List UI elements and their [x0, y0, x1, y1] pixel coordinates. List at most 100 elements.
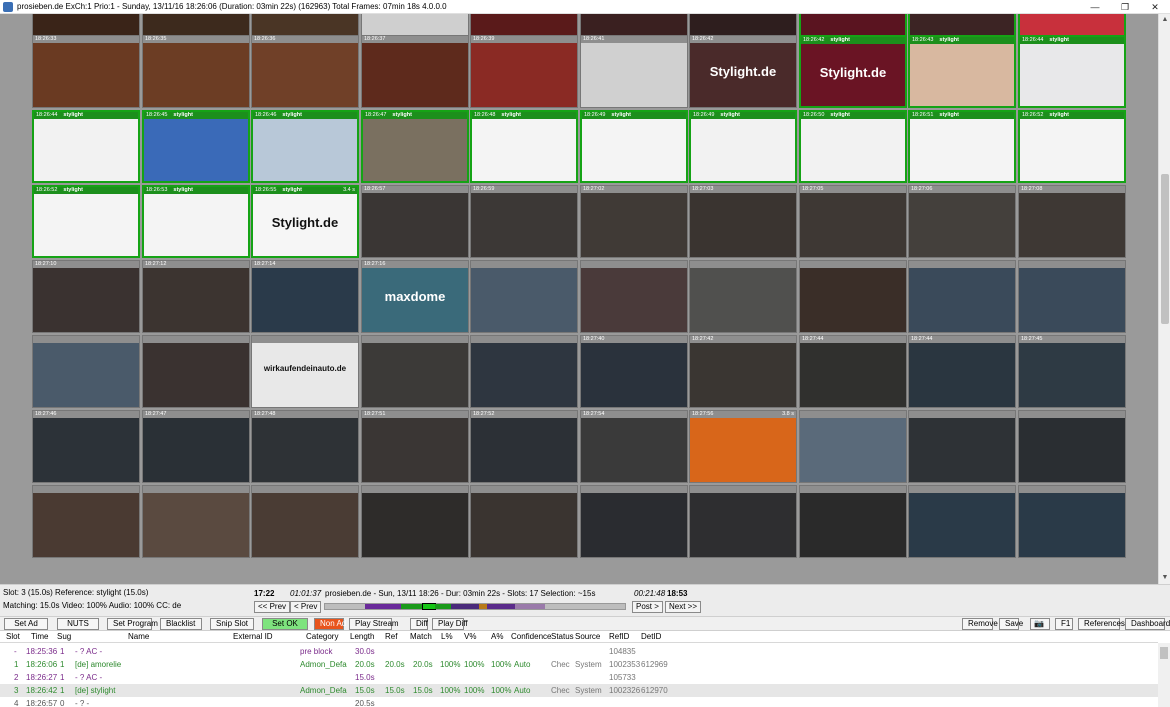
column-header[interactable]: External ID [233, 632, 273, 641]
frame-thumbnail[interactable]: 18:27:16 maxdome [361, 260, 469, 333]
frame-thumbnail[interactable] [799, 260, 907, 333]
frame-thumbnail[interactable]: 18:26:36 [251, 35, 359, 108]
play-diff-button[interactable]: Play Diff [432, 618, 468, 630]
column-header[interactable]: Status [551, 632, 574, 641]
column-header[interactable]: V% [464, 632, 476, 641]
timeline-bar[interactable] [324, 603, 626, 610]
column-header[interactable]: Length [350, 632, 374, 641]
next-next-button[interactable]: Next >> [665, 601, 702, 613]
f1-button[interactable]: F1 [1055, 618, 1073, 630]
frame-thumbnail[interactable] [251, 485, 359, 558]
set-ok-button[interactable]: Set OK [262, 618, 308, 630]
frame-thumbnail[interactable] [908, 485, 1016, 558]
table-scrollbar[interactable] [1158, 643, 1170, 707]
frame-thumbnail[interactable]: 18:26:50 stylight [799, 110, 907, 183]
frame-thumbnail[interactable]: 18:26:43 stylight [908, 35, 1016, 108]
table-row[interactable]: -18:25:36 1 - ? AC - pre block 30.0s 104835 [0, 645, 1158, 658]
frame-thumbnail[interactable]: 18:26:42 stylight Stylight.de [799, 35, 907, 108]
diff-button[interactable]: Diff [410, 618, 428, 630]
column-header[interactable]: Slot [6, 632, 20, 641]
prev-prev-button[interactable]: << Prev [254, 601, 291, 613]
save-button[interactable]: Save [999, 618, 1023, 630]
frame-thumbnail[interactable]: 18:26:53 stylight [142, 185, 250, 258]
frame-thumbnail[interactable]: 18:26:49 stylight [689, 110, 797, 183]
maximize-icon[interactable]: ❐ [1110, 0, 1140, 14]
frame-thumbnail[interactable] [799, 410, 907, 483]
frame-thumbnail[interactable]: 18:26:42 Stylight.de [689, 35, 797, 108]
frame-thumbnail[interactable]: 18:26:48 stylight [470, 110, 578, 183]
frame-thumbnail[interactable]: 18:27:02 [580, 185, 688, 258]
column-header[interactable]: DetID [641, 632, 661, 641]
frame-thumbnail[interactable]: 18:27:56 3.8 s [689, 410, 797, 483]
frame-thumbnail[interactable]: wirkaufendeinauto.de [251, 335, 359, 408]
frame-thumbnail[interactable]: 18:27:10 [32, 260, 140, 333]
snip-slot-button[interactable]: Snip Slot [210, 618, 254, 630]
frame-thumbnail[interactable]: 18:27:08 [1018, 185, 1126, 258]
frame-thumbnail[interactable]: 18:26:52 stylight [32, 185, 140, 258]
nuts-button[interactable]: NUTS [57, 618, 99, 630]
frame-thumbnail[interactable]: 18:27:51 [361, 410, 469, 483]
references-button[interactable]: References [1078, 618, 1125, 630]
scroll-up-icon[interactable]: ▲ [1159, 14, 1170, 26]
frame-thumbnail[interactable] [142, 335, 250, 408]
table-row[interactable]: 4 18:26:57 0 - ? - 20.5s [0, 697, 1158, 707]
minimize-icon[interactable]: — [1080, 0, 1110, 14]
frame-thumbnail[interactable] [142, 485, 250, 558]
frame-thumbnail[interactable] [1018, 485, 1126, 558]
frame-thumbnail[interactable]: 18:27:42 [689, 335, 797, 408]
frame-thumbnail[interactable]: 18:26:51 stylight [908, 110, 1016, 183]
frame-thumbnail[interactable]: 18:27:47 [142, 410, 250, 483]
non-ad-button[interactable]: Non Ad [314, 618, 346, 630]
column-header[interactable]: A% [491, 632, 503, 641]
scroll-thumb[interactable] [1161, 174, 1169, 324]
frame-thumbnail[interactable]: 18:26:55 stylight 3.4 s Stylight.de [251, 185, 359, 258]
frame-thumbnail[interactable]: 18:27:48 [251, 410, 359, 483]
column-header[interactable]: Ref [385, 632, 397, 641]
column-header[interactable]: RefID [609, 632, 629, 641]
close-icon[interactable]: ✕ [1140, 0, 1170, 14]
frame-thumbnail[interactable]: 18:27:44 [799, 335, 907, 408]
table-scroll-thumb[interactable] [1160, 647, 1168, 659]
frame-thumbnail[interactable] [32, 485, 140, 558]
frame-thumbnail[interactable] [470, 260, 578, 333]
column-header[interactable]: Source [575, 632, 600, 641]
frame-thumbnail[interactable] [361, 485, 469, 558]
frame-thumbnail[interactable] [1018, 410, 1126, 483]
frame-thumbnail[interactable]: 18:27:03 [689, 185, 797, 258]
frame-thumbnail[interactable]: 18:27:46 [32, 410, 140, 483]
frame-thumbnail[interactable]: 18:26:46 stylight [251, 110, 359, 183]
frame-grid[interactable]: 18:26:33 18:26:35 18:26:36 18:26:37 18:26:39… [0, 14, 1158, 584]
column-header[interactable]: Sug [57, 632, 71, 641]
frame-thumbnail[interactable]: 18:27:12 [142, 260, 250, 333]
frame-thumbnail[interactable]: 18:27:52 [470, 410, 578, 483]
frame-thumbnail[interactable] [689, 260, 797, 333]
frame-thumbnail[interactable]: 18:27:40 [580, 335, 688, 408]
frame-thumbnail[interactable] [361, 335, 469, 408]
scroll-down-icon[interactable]: ▼ [1159, 572, 1170, 584]
blacklist-button[interactable]: Blacklist [160, 618, 202, 630]
frame-thumbnail[interactable]: 18:26:47 stylight [361, 110, 469, 183]
frame-thumbnail[interactable] [580, 485, 688, 558]
frame-thumbnail[interactable] [908, 410, 1016, 483]
column-header[interactable]: Name [128, 632, 149, 641]
frame-thumbnail[interactable] [32, 335, 140, 408]
frame-thumbnail[interactable] [470, 335, 578, 408]
frame-thumbnail[interactable]: 18:26:52 stylight [1018, 110, 1126, 183]
play-stream-button[interactable]: Play Stream [349, 618, 399, 630]
frame-thumbnail[interactable]: 18:27:06 [908, 185, 1016, 258]
post-button[interactable]: Post > [632, 601, 663, 613]
set-ad-button[interactable]: Set Ad [4, 618, 48, 630]
frame-thumbnail[interactable]: 18:26:44 stylight [32, 110, 140, 183]
column-header[interactable]: L% [441, 632, 453, 641]
column-header[interactable]: Time [31, 632, 48, 641]
frame-thumbnail[interactable]: 18:26:41 [580, 35, 688, 108]
frame-thumbnail[interactable] [1018, 260, 1126, 333]
remove-button[interactable]: Remove [962, 618, 998, 630]
dashboard-button[interactable]: Dashboard [1125, 618, 1170, 630]
frame-thumbnail[interactable]: 18:26:44 stylight [1018, 35, 1126, 108]
frame-thumbnail[interactable]: 18:27:05 [799, 185, 907, 258]
column-header[interactable]: Match [410, 632, 432, 641]
frame-thumbnail[interactable]: 18:26:35 [142, 35, 250, 108]
frame-thumbnail[interactable]: 18:26:49 stylight [580, 110, 688, 183]
table-row[interactable]: 1 18:26:06 1 [de] amorelie Admon_Defa 20.0s 20… [0, 658, 1158, 671]
